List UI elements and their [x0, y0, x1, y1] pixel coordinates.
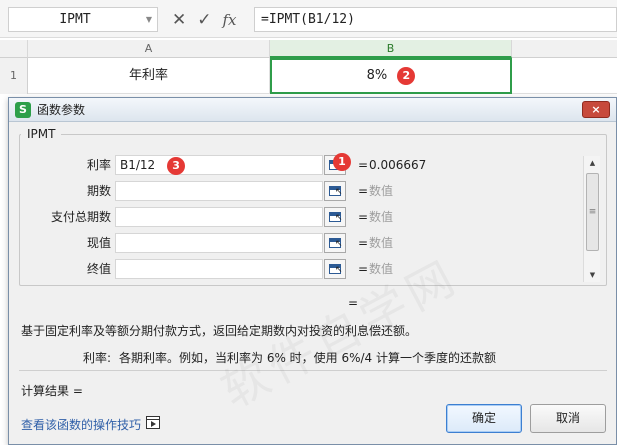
cell-a1[interactable]: 年利率	[28, 58, 270, 94]
param-input-rate[interactable]: B1/12 3	[115, 155, 323, 175]
corner-select-all[interactable]	[0, 40, 28, 58]
column-header-b[interactable]: B	[270, 40, 512, 58]
function-tips-link[interactable]: 查看该函数的操作技巧	[21, 416, 141, 433]
cell-b1[interactable]: 8% 2	[270, 58, 512, 94]
wps-app-icon: S	[15, 102, 31, 118]
param-label-fv: 终值	[86, 262, 111, 276]
params-scrollbar[interactable]: ▲ ≡ ▼	[583, 156, 600, 282]
param-label-pv: 现值	[86, 236, 111, 250]
cancel-button[interactable]: 取消	[530, 404, 606, 433]
cell-b1-text: 8%	[366, 68, 388, 83]
param-label-rate: 利率	[86, 158, 111, 172]
cell-a1-text: 年利率	[128, 68, 168, 83]
param-value-rate: 0.006667	[369, 158, 427, 172]
param-description-name: 利率:	[82, 351, 111, 365]
scroll-down-icon[interactable]: ▼	[584, 268, 601, 282]
ok-button[interactable]: 确定	[446, 404, 522, 433]
formula-icons: ✕ ✓ fx	[172, 8, 237, 32]
video-play-icon[interactable]	[146, 416, 160, 429]
param-input-fv[interactable]	[115, 259, 323, 279]
range-select-icon	[329, 238, 343, 249]
ref-select-button-per[interactable]	[324, 181, 346, 201]
scroll-thumb[interactable]: ≡	[586, 173, 599, 251]
check-icon[interactable]: ✓	[197, 10, 211, 30]
range-select-icon	[329, 264, 343, 275]
scroll-up-icon[interactable]: ▲	[584, 156, 601, 170]
param-eq-per: =	[358, 184, 369, 198]
app-root: IPMT ▼ ✕ ✓ fx =IPMT(B1/12) A B 1 年利率 8% …	[0, 0, 617, 445]
ref-select-button-nper[interactable]	[324, 207, 346, 227]
column-header-empty[interactable]	[512, 40, 617, 58]
range-select-icon	[329, 212, 343, 223]
formula-result-eq: =	[348, 296, 359, 310]
param-value-fv: 数值	[369, 262, 394, 276]
name-box[interactable]: IPMT ▼	[8, 7, 158, 32]
divider	[19, 370, 607, 371]
param-value-pv: 数值	[369, 236, 394, 250]
close-button[interactable]: ×	[582, 101, 610, 118]
step-badge: 2	[397, 66, 416, 85]
formula-input[interactable]: =IPMT(B1/12)	[254, 7, 617, 32]
close-x-icon[interactable]: ✕	[172, 10, 186, 30]
param-input-nper[interactable]	[115, 207, 323, 227]
param-value-nper: 数值	[369, 210, 394, 224]
param-label-per: 期数	[86, 184, 111, 198]
param-eq-pv: =	[358, 236, 369, 250]
step-badge: 3	[167, 156, 186, 175]
dialog-title: 函数参数	[37, 103, 86, 117]
formula-bar: IPMT ▼ ✕ ✓ fx =IPMT(B1/12)	[0, 0, 617, 38]
param-eq-fv: =	[358, 262, 369, 276]
function-description: 基于固定利率及等额分期付款方式，返回给定期数内对投资的利息偿还额。	[21, 324, 418, 338]
param-description-text: 各期利率。例如，当利率为 6% 时，使用 6%/4 计算一个季度的还款额	[119, 351, 497, 365]
calc-result: 计算结果 =	[21, 384, 83, 398]
function-arguments-dialog: S 函数参数 × IPMT 利率 B1/12 3 1 = 0.006667 期数…	[8, 97, 617, 445]
row-header-1[interactable]: 1	[0, 58, 28, 94]
name-box-value: IPMT	[59, 12, 91, 27]
cell-c1[interactable]	[512, 58, 617, 94]
function-name: IPMT	[21, 127, 62, 141]
param-input-rate-value: B1/12	[120, 158, 156, 172]
dialog-titlebar[interactable]: S 函数参数 ×	[9, 98, 616, 122]
column-header-a[interactable]: A	[28, 40, 270, 58]
range-select-icon	[329, 186, 343, 197]
fx-icon[interactable]: fx	[223, 11, 237, 29]
ref-select-button-fv[interactable]	[324, 259, 346, 279]
chevron-down-icon[interactable]: ▼	[141, 15, 157, 24]
param-input-pv[interactable]	[115, 233, 323, 253]
param-label-nper: 支付总期数	[50, 210, 111, 224]
param-eq-nper: =	[358, 210, 369, 224]
param-input-per[interactable]	[115, 181, 323, 201]
step-badge: 1	[333, 153, 351, 171]
ref-select-button-pv[interactable]	[324, 233, 346, 253]
param-value-per: 数值	[369, 184, 394, 198]
param-eq-rate: =	[358, 158, 369, 172]
